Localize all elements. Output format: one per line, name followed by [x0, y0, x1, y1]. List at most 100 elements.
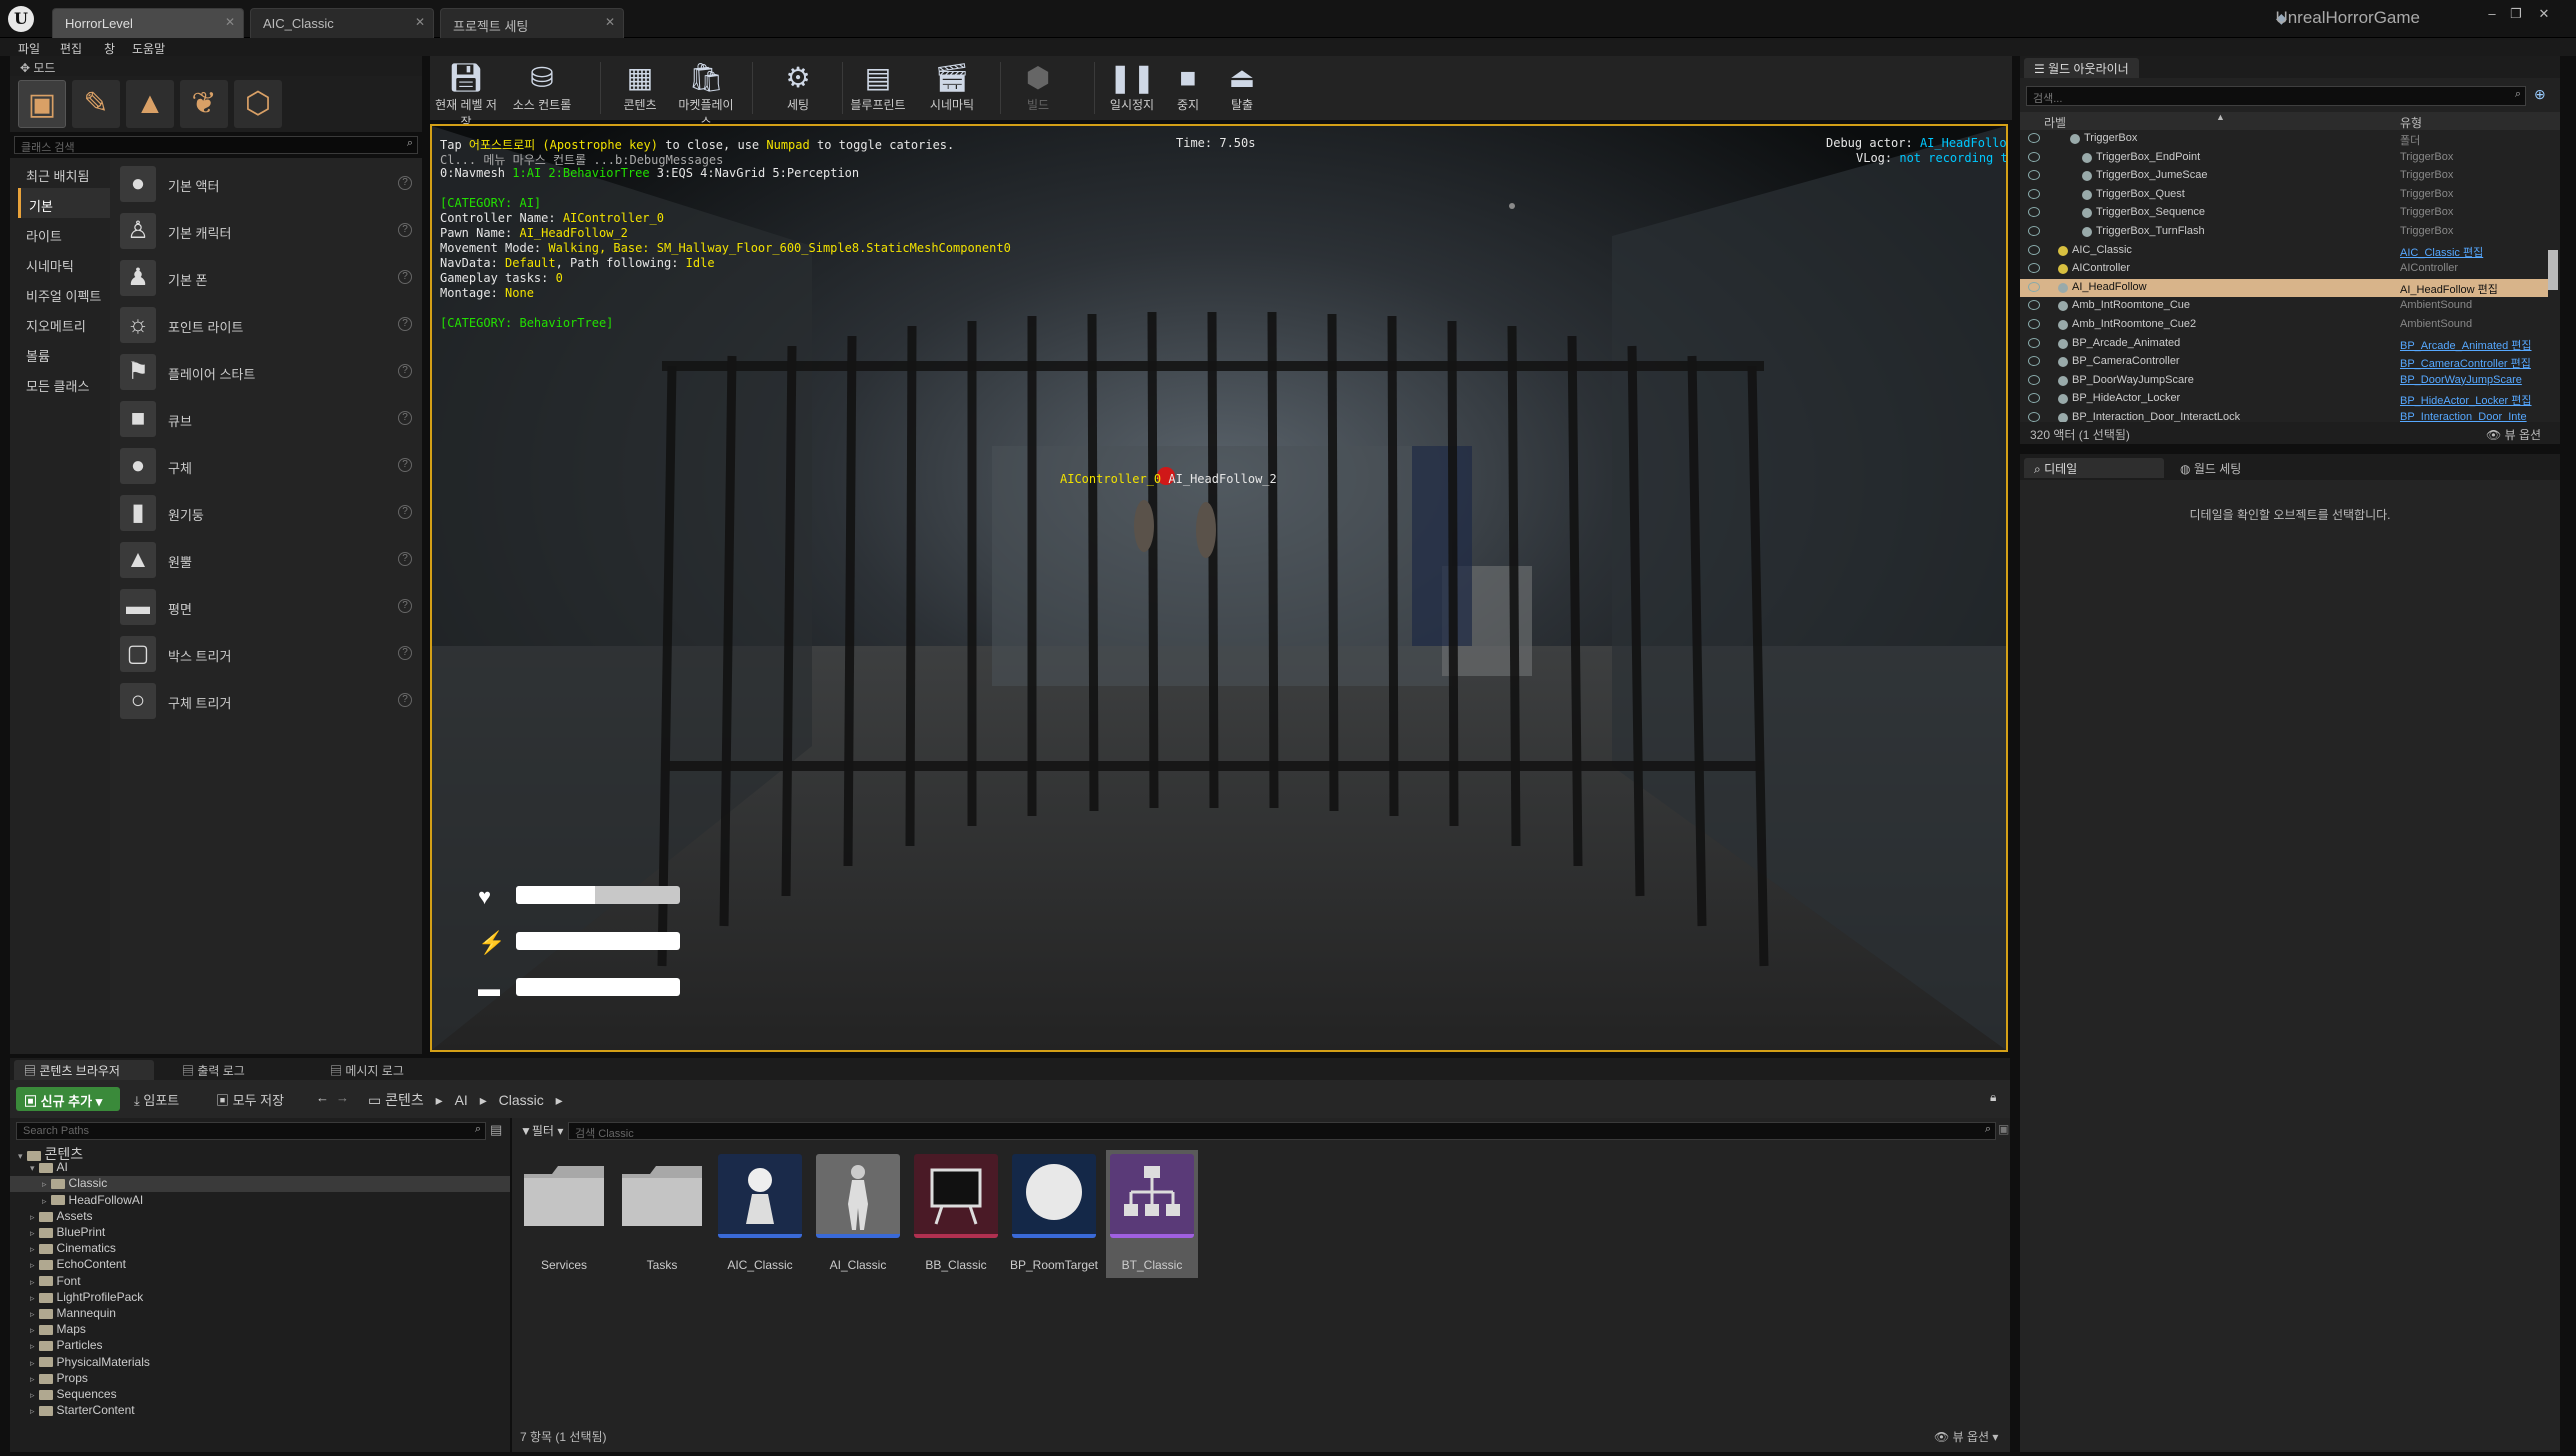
- category-basic[interactable]: 기본: [18, 188, 110, 218]
- help-icon[interactable]: ?: [398, 364, 412, 378]
- content-button[interactable]: ▦ 콘텐츠: [608, 60, 672, 116]
- outliner-row[interactable]: BP_HideActor_Locker BP_HideActor_Locker 편…: [2020, 390, 2548, 408]
- outliner-row[interactable]: TriggerBox_Sequence TriggerBox: [2020, 204, 2548, 222]
- save-all-button[interactable]: ▣ 모두 저장: [216, 1090, 284, 1109]
- folder-tree-item[interactable]: ▹ Assets: [10, 1209, 510, 1225]
- visibility-eye-icon[interactable]: [2028, 319, 2040, 329]
- view-list-icon[interactable]: ▤: [490, 1122, 502, 1138]
- visibility-eye-icon[interactable]: [2028, 412, 2040, 422]
- visibility-eye-icon[interactable]: [2028, 393, 2040, 404]
- outliner-row[interactable]: Amb_IntRoomtone_Cue2 AmbientSound: [2020, 316, 2548, 334]
- expand-arrow-icon[interactable]: ▹: [30, 1341, 35, 1351]
- list-item[interactable]: ▢ 박스 트리거?: [116, 632, 416, 676]
- edit-blueprint-link[interactable]: BP_CameraController 편집: [2400, 355, 2531, 371]
- blueprints-button[interactable]: ▤ 블루프린트: [846, 60, 910, 116]
- view-options-button[interactable]: 👁︎ 뷰 옵션: [2486, 426, 2541, 443]
- source-control-button[interactable]: ⛁ 소스 컨트롤: [510, 60, 574, 116]
- visibility-eye-icon[interactable]: [2028, 374, 2040, 385]
- asset-tile-bp-roomtarget[interactable]: BP_RoomTarget: [1008, 1150, 1100, 1278]
- tab-horrorlevel[interactable]: HorrorLevel ✕: [52, 8, 244, 38]
- marketplace-button[interactable]: 🛍︎ 마켓플레이스: [674, 60, 738, 129]
- list-item[interactable]: ▬ 평면?: [116, 585, 416, 629]
- expand-arrow-icon[interactable]: ▹: [30, 1374, 35, 1384]
- menu-edit[interactable]: 편집: [60, 40, 82, 57]
- expand-arrow-icon[interactable]: ▹: [42, 1179, 47, 1189]
- menu-window[interactable]: 창: [104, 40, 115, 57]
- outliner-search-input[interactable]: 검색... ⌕: [2026, 86, 2526, 106]
- close-window-icon[interactable]: ✕: [2534, 6, 2554, 21]
- outliner-row[interactable]: AI_HeadFollow AI_HeadFollow 편집: [2020, 278, 2548, 297]
- outliner-row[interactable]: BP_DoorWayJumpScare BP_DoorWayJumpScare: [2020, 372, 2548, 390]
- list-item[interactable]: ⚑ 플레이어 스타트?: [116, 350, 416, 394]
- class-search-input[interactable]: 클래스 검색 ⌕: [14, 136, 418, 154]
- column-label[interactable]: 라벨: [2044, 114, 2066, 131]
- visibility-eye-icon[interactable]: [2028, 356, 2040, 367]
- folder-tree-item[interactable]: ▹ LightProfilePack: [10, 1290, 510, 1306]
- list-item[interactable]: ♙ 기본 캐릭터?: [116, 209, 416, 253]
- asset-tile-bb-classic[interactable]: BB_Classic: [910, 1150, 1002, 1278]
- category-all-classes[interactable]: 모든 클래스: [18, 368, 110, 398]
- expand-arrow-icon[interactable]: ▾: [30, 1163, 35, 1173]
- asset-tile-ai-classic[interactable]: AI_Classic: [812, 1150, 904, 1278]
- outliner-row[interactable]: TriggerBox_TurnFlash TriggerBox: [2020, 223, 2548, 241]
- help-icon[interactable]: ?: [398, 646, 412, 660]
- outliner-row[interactable]: TriggerBox_JumeScae TriggerBox: [2020, 167, 2548, 185]
- folder-tree-item[interactable]: ▹ Mannequin: [10, 1306, 510, 1322]
- add-filter-icon[interactable]: ⊕: [2534, 86, 2546, 103]
- geometry-mode-icon[interactable]: ⬡: [234, 80, 282, 128]
- edit-blueprint-link[interactable]: BP_Arcade_Animated 편집: [2400, 337, 2532, 353]
- folder-tree-item[interactable]: ▹ EchoContent: [10, 1257, 510, 1273]
- tab-output-log[interactable]: ▤ 출력 로그: [172, 1060, 292, 1080]
- help-icon[interactable]: ?: [398, 693, 412, 707]
- cinematics-button[interactable]: 🎬︎ 시네마틱: [920, 60, 984, 116]
- expand-arrow-icon[interactable]: ▹: [30, 1325, 35, 1335]
- tab-world-settings[interactable]: ◍ 월드 세팅: [2170, 458, 2330, 478]
- folder-tree-item[interactable]: ▹ Cinematics: [10, 1241, 510, 1257]
- expand-arrow-icon[interactable]: ▹: [30, 1277, 35, 1287]
- place-mode-icon[interactable]: ▣: [18, 80, 66, 128]
- asset-tile-tasks[interactable]: Tasks: [616, 1150, 708, 1278]
- settings-button[interactable]: ⚙ 세팅: [766, 60, 830, 116]
- tab-world-outliner[interactable]: ☰ 월드 아웃라이너: [2024, 58, 2139, 78]
- outliner-row[interactable]: BP_CameraController BP_CameraController 편…: [2020, 353, 2548, 371]
- outliner-scrollbar[interactable]: [2548, 250, 2558, 290]
- list-item[interactable]: ● 구체?: [116, 444, 416, 488]
- help-icon[interactable]: ?: [398, 223, 412, 237]
- visibility-eye-icon[interactable]: [2028, 151, 2040, 162]
- forward-icon[interactable]: →: [336, 1090, 349, 1105]
- asset-tile-services[interactable]: Services: [518, 1150, 610, 1278]
- folder-tree-item[interactable]: ▹ PhysicalMaterials: [10, 1355, 510, 1371]
- edit-blueprint-link[interactable]: AI_HeadFollow 편집: [2400, 281, 2498, 297]
- tab-message-log[interactable]: ▤ 메시지 로그: [320, 1060, 450, 1080]
- visibility-eye-icon[interactable]: [2028, 300, 2040, 311]
- menu-help[interactable]: 도움말: [132, 40, 165, 57]
- expand-arrow-icon[interactable]: ▹: [30, 1293, 35, 1303]
- visibility-eye-icon[interactable]: [2028, 207, 2040, 218]
- outliner-row[interactable]: TriggerBox 폴더: [2020, 130, 2548, 148]
- help-icon[interactable]: ?: [398, 552, 412, 566]
- breadcrumb-item[interactable]: Classic: [499, 1092, 544, 1108]
- visibility-eye-icon[interactable]: [2028, 337, 2040, 348]
- help-icon[interactable]: ?: [398, 411, 412, 425]
- outliner-row[interactable]: Amb_IntRoomtone_Cue AmbientSound: [2020, 297, 2548, 315]
- expand-arrow-icon[interactable]: ▹: [30, 1406, 35, 1416]
- back-icon[interactable]: ←: [316, 1090, 329, 1105]
- category-visual-effects[interactable]: 비주얼 이펙트: [18, 278, 110, 308]
- folder-tree-item[interactable]: ▹ Maps: [10, 1322, 510, 1338]
- edit-blueprint-link[interactable]: AIC_Classic 편집: [2400, 244, 2483, 260]
- list-item[interactable]: ● 기본 액터?: [116, 162, 416, 206]
- column-type[interactable]: 유형: [2400, 114, 2422, 131]
- import-button[interactable]: ⤓ 임포트: [134, 1090, 179, 1109]
- folder-tree-item[interactable]: ▹ Particles: [10, 1338, 510, 1354]
- edit-blueprint-link[interactable]: BP_HideActor_Locker 편집: [2400, 392, 2532, 408]
- expand-arrow-icon[interactable]: ▹: [30, 1244, 35, 1254]
- outliner-row[interactable]: BP_Arcade_Animated BP_Arcade_Animated 편집: [2020, 335, 2548, 353]
- pause-button[interactable]: ❚❚ 일시정지: [1100, 60, 1164, 116]
- category-volumes[interactable]: 볼륨: [18, 338, 110, 368]
- help-icon[interactable]: ?: [398, 458, 412, 472]
- list-item[interactable]: ■ 큐브?: [116, 397, 416, 441]
- category-lights[interactable]: 라이트: [18, 218, 110, 248]
- outliner-row[interactable]: AIC_Classic AIC_Classic 편집: [2020, 242, 2548, 260]
- add-new-button[interactable]: ▣ 신규 추가 ▾: [16, 1087, 120, 1111]
- asset-tile-bt-classic[interactable]: BT_Classic: [1106, 1150, 1198, 1278]
